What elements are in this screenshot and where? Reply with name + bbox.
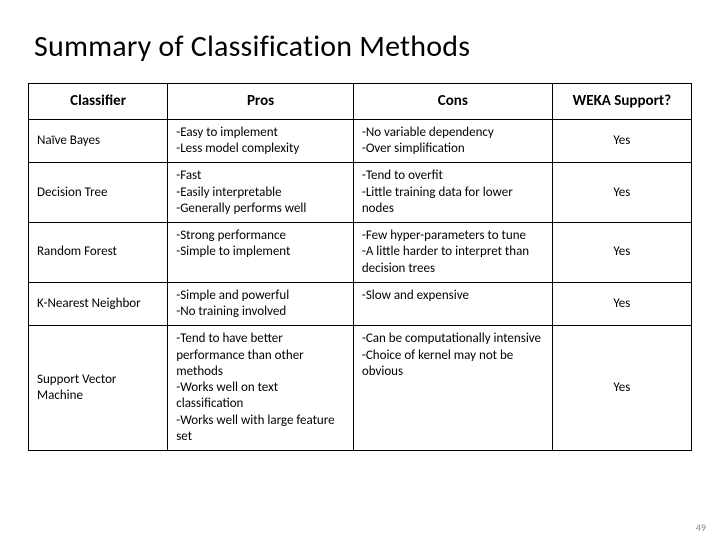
cell-weka: Yes <box>552 223 691 283</box>
cell-classifier: Naïve Bayes <box>29 119 168 163</box>
cell-pros: -Fast-Easily interpretable-Generally per… <box>168 163 354 223</box>
cell-cons: -No variable dependency-Over simplificat… <box>353 119 552 163</box>
cell-weka: Yes <box>552 163 691 223</box>
cell-pros: -Strong performance-Simple to implement <box>168 223 354 283</box>
slide: Summary of Classification Methods Classi… <box>0 0 720 540</box>
slide-title: Summary of Classification Methods <box>34 28 692 65</box>
cell-classifier: Random Forest <box>29 223 168 283</box>
cell-classifier: Decision Tree <box>29 163 168 223</box>
cell-cons: -Tend to overfit-Little training data fo… <box>353 163 552 223</box>
table-row: Decision Tree -Fast-Easily interpretable… <box>29 163 692 223</box>
header-weka: WEKA Support? <box>552 84 691 120</box>
cell-classifier: K-Nearest Neighbor <box>29 282 168 326</box>
cell-weka: Yes <box>552 119 691 163</box>
cell-cons: -Can be computationally intensive-Choice… <box>353 326 552 451</box>
page-number: 49 <box>696 521 706 534</box>
cell-cons: -Few hyper-parameters to tune-A little h… <box>353 223 552 283</box>
cell-pros: -Easy to implement-Less model complexity <box>168 119 354 163</box>
table-body: Naïve Bayes -Easy to implement-Less mode… <box>29 119 692 450</box>
table-row: K-Nearest Neighbor -Simple and powerful-… <box>29 282 692 326</box>
table-row: Random Forest -Strong performance-Simple… <box>29 223 692 283</box>
cell-weka: Yes <box>552 326 691 451</box>
cell-cons: -Slow and expensive <box>353 282 552 326</box>
table-row: Naïve Bayes -Easy to implement-Less mode… <box>29 119 692 163</box>
cell-pros: -Tend to have better performance than ot… <box>168 326 354 451</box>
cell-classifier: Support Vector Machine <box>29 326 168 451</box>
cell-weka: Yes <box>552 282 691 326</box>
header-pros: Pros <box>168 84 354 120</box>
table-header-row: Classifier Pros Cons WEKA Support? <box>29 84 692 120</box>
classification-table: Classifier Pros Cons WEKA Support? Naïve… <box>28 83 692 451</box>
table-row: Support Vector Machine -Tend to have bet… <box>29 326 692 451</box>
header-classifier: Classifier <box>29 84 168 120</box>
header-cons: Cons <box>353 84 552 120</box>
cell-pros: -Simple and powerful-No training involve… <box>168 282 354 326</box>
